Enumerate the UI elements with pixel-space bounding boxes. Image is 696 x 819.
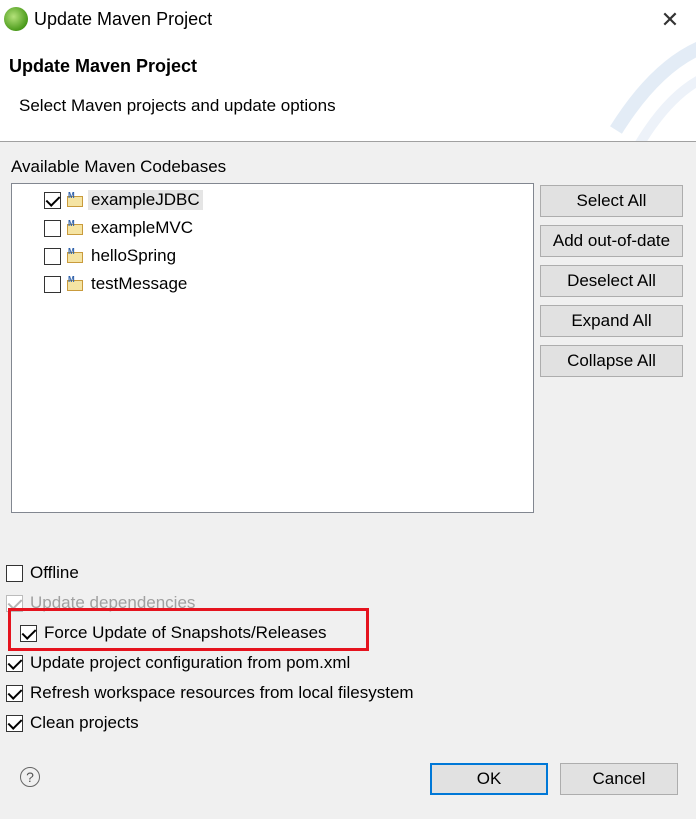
select-all-button[interactable]: Select All <box>540 185 683 217</box>
codebase-checkbox[interactable] <box>44 275 61 293</box>
clean-projects-label: Clean projects <box>30 713 139 732</box>
codebase-tree[interactable]: M exampleJDBC M exampleMVC M helloSpring… <box>11 183 534 513</box>
offline-checkbox[interactable] <box>6 564 23 582</box>
clean-projects-option[interactable]: Clean projects <box>6 711 139 735</box>
update-config-label: Update project configuration from pom.xm… <box>30 653 351 672</box>
refresh-workspace-label: Refresh workspace resources from local f… <box>30 683 414 702</box>
update-config-checkbox[interactable] <box>6 654 23 672</box>
codebase-item-examplemvc[interactable]: M exampleMVC <box>44 215 196 241</box>
add-out-of-date-button[interactable]: Add out-of-date <box>540 225 683 257</box>
clean-projects-checkbox[interactable] <box>6 714 23 732</box>
codebases-label: Available Maven Codebases <box>11 157 227 176</box>
ok-button[interactable]: OK <box>430 763 548 795</box>
dialog-description: Select Maven projects and update options <box>19 96 336 115</box>
codebase-item-hellospring[interactable]: M helloSpring <box>44 243 179 269</box>
expand-all-button[interactable]: Expand All <box>540 305 683 337</box>
deselect-all-button[interactable]: Deselect All <box>540 265 683 297</box>
codebase-checkbox[interactable] <box>44 247 61 265</box>
title-bar: Update Maven Project ✕ <box>0 0 696 40</box>
help-icon[interactable]: ? <box>20 767 40 787</box>
dialog-title: Update Maven Project <box>9 56 198 76</box>
window-title: Update Maven Project <box>34 9 213 29</box>
codebase-item-examplejdbc[interactable]: M exampleJDBC <box>44 187 203 213</box>
codebase-name: exampleJDBC <box>88 190 203 210</box>
offline-label: Offline <box>30 563 79 582</box>
highlight-annotation <box>8 608 369 651</box>
maven-project-icon: M <box>67 248 85 264</box>
codebase-name: helloSpring <box>91 246 177 265</box>
codebase-checkbox[interactable] <box>44 219 61 237</box>
cancel-button[interactable]: Cancel <box>560 763 678 795</box>
maven-project-icon: M <box>67 220 85 236</box>
dialog-header: Update Maven Project Select Maven projec… <box>0 40 696 142</box>
codebase-checkbox[interactable] <box>44 191 61 209</box>
maven-project-icon: M <box>67 192 85 208</box>
eclipse-icon <box>4 7 28 31</box>
collapse-all-button[interactable]: Collapse All <box>540 345 683 377</box>
close-icon[interactable]: ✕ <box>656 6 684 34</box>
codebase-item-testmessage[interactable]: M testMessage <box>44 271 190 297</box>
header-decoration-icon <box>610 42 696 141</box>
codebase-name: testMessage <box>91 274 188 293</box>
refresh-workspace-checkbox[interactable] <box>6 684 23 702</box>
maven-project-icon: M <box>67 276 85 292</box>
refresh-workspace-option[interactable]: Refresh workspace resources from local f… <box>6 681 414 705</box>
update-config-option[interactable]: Update project configuration from pom.xm… <box>6 651 350 675</box>
codebase-name: exampleMVC <box>91 218 194 237</box>
offline-option[interactable]: Offline <box>6 561 79 585</box>
